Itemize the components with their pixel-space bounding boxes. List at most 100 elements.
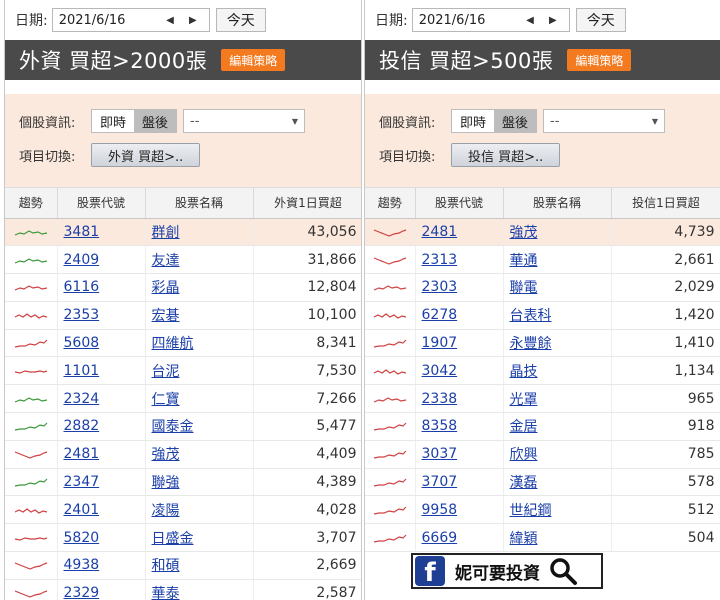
stock-code-link[interactable]: 9958 xyxy=(422,502,458,518)
table-row[interactable]: 3481 群創 43,056 xyxy=(5,218,361,247)
table-row[interactable]: 6116 彩晶 12,804 xyxy=(5,273,361,302)
table-row[interactable]: 2409 友達 31,866 xyxy=(5,245,361,275)
stock-code-link[interactable]: 2347 xyxy=(64,474,100,490)
stock-code-link[interactable]: 6116 xyxy=(64,279,100,295)
stock-name-link[interactable]: 緯穎 xyxy=(510,531,538,547)
stock-name-link[interactable]: 彩晶 xyxy=(152,280,180,296)
stock-name-link[interactable]: 群創 xyxy=(152,225,180,241)
stock-code-link[interactable]: 2324 xyxy=(64,391,100,407)
stock-name-link[interactable]: 凌陽 xyxy=(152,503,180,519)
stock-name-link[interactable]: 強茂 xyxy=(152,447,180,463)
stock-code-link[interactable]: 3037 xyxy=(422,446,458,462)
stock-code-link[interactable]: 6669 xyxy=(422,530,458,546)
col-trend[interactable]: 趨勢 xyxy=(365,188,416,219)
stock-name-link[interactable]: 聯強 xyxy=(152,475,180,491)
realtime-after-toggle[interactable]: 即時 盤後 xyxy=(91,109,178,133)
stock-name-link[interactable]: 強茂 xyxy=(510,225,538,241)
stock-name-link[interactable]: 世紀鋼 xyxy=(510,503,552,519)
stock-code-link[interactable]: 1907 xyxy=(422,335,458,351)
stock-name-link[interactable]: 四維航 xyxy=(152,336,194,352)
stock-code-link[interactable]: 3481 xyxy=(64,224,100,240)
stock-code-link[interactable]: 5820 xyxy=(64,530,100,546)
table-row[interactable]: 2481 強茂 4,739 xyxy=(365,218,720,247)
stock-name-link[interactable]: 聯電 xyxy=(510,280,538,296)
stock-name-link[interactable]: 仁寶 xyxy=(152,392,180,408)
edit-strategy-button[interactable]: 編輯策略 xyxy=(567,49,632,71)
table-row[interactable]: 6669 緯穎 504 xyxy=(365,523,720,553)
stock-name-link[interactable]: 光罩 xyxy=(510,392,538,408)
stock-code-link[interactable]: 2409 xyxy=(64,252,100,268)
realtime-after-toggle[interactable]: 即時 盤後 xyxy=(451,109,538,133)
stock-code-link[interactable]: 2313 xyxy=(422,252,458,268)
col-name[interactable]: 股票名稱 xyxy=(145,188,254,219)
stock-code-link[interactable]: 2481 xyxy=(64,446,100,462)
stock-name-link[interactable]: 台表科 xyxy=(510,308,552,324)
stock-name-link[interactable]: 和碩 xyxy=(152,558,180,574)
table-row[interactable]: 1907 永豐餘 1,410 xyxy=(365,329,720,358)
stock-name-link[interactable]: 日盛金 xyxy=(152,531,194,547)
date-picker[interactable]: 2021/6/16 ◀ ▶ xyxy=(51,8,210,32)
stock-info-select[interactable]: -- ▼ xyxy=(543,109,666,133)
stock-code-link[interactable]: 6278 xyxy=(422,307,458,323)
date-step-arrows-icon[interactable]: ◀ ▶ xyxy=(166,15,203,26)
table-row[interactable]: 2324 仁寶 7,266 xyxy=(5,384,361,414)
col-value[interactable]: 投信1日買超 xyxy=(611,188,720,219)
table-row[interactable]: 2882 國泰金 5,477 xyxy=(5,412,361,441)
stock-name-link[interactable]: 金居 xyxy=(510,419,538,435)
table-row[interactable]: 2313 華通 2,661 xyxy=(365,245,720,275)
stock-name-link[interactable]: 晶技 xyxy=(510,364,538,380)
col-name[interactable]: 股票名稱 xyxy=(503,188,612,219)
stock-name-link[interactable]: 友達 xyxy=(152,253,180,269)
stock-code-link[interactable]: 2481 xyxy=(422,224,458,240)
table-row[interactable]: 8358 金居 918 xyxy=(365,412,720,441)
stock-code-link[interactable]: 2338 xyxy=(422,391,458,407)
stock-name-link[interactable]: 台泥 xyxy=(152,364,180,380)
stock-name-link[interactable]: 華通 xyxy=(510,253,538,269)
stock-name-link[interactable]: 華泰 xyxy=(152,586,180,600)
table-row[interactable]: 2347 聯強 4,389 xyxy=(5,468,361,497)
stock-code-link[interactable]: 8358 xyxy=(422,418,458,434)
stock-info-select[interactable]: -- ▼ xyxy=(183,109,306,133)
stock-code-link[interactable]: 3707 xyxy=(422,474,458,490)
table-row[interactable]: 5608 四維航 8,341 xyxy=(5,329,361,358)
date-picker[interactable]: 2021/6/16 ◀ ▶ xyxy=(411,8,570,32)
stock-code-link[interactable]: 2329 xyxy=(64,585,100,600)
table-row[interactable]: 5820 日盛金 3,707 xyxy=(5,523,361,553)
today-button[interactable]: 今天 xyxy=(575,8,626,32)
table-row[interactable]: 2401 凌陽 4,028 xyxy=(5,495,361,525)
table-row[interactable]: 2338 光罩 965 xyxy=(365,384,720,414)
switch-item-button[interactable]: 外資 買超>.. xyxy=(91,143,201,167)
stock-code-link[interactable]: 4938 xyxy=(64,557,100,573)
table-row[interactable]: 4938 和碩 2,669 xyxy=(5,551,361,580)
after-hours-option[interactable]: 盤後 xyxy=(134,110,177,132)
stock-code-link[interactable]: 3042 xyxy=(422,363,458,379)
stock-name-link[interactable]: 國泰金 xyxy=(152,419,194,435)
realtime-option[interactable]: 即時 xyxy=(452,110,494,132)
stock-code-link[interactable]: 2303 xyxy=(422,279,458,295)
date-step-arrows-icon[interactable]: ◀ ▶ xyxy=(526,15,563,26)
table-row[interactable]: 2329 華泰 2,587 xyxy=(5,579,361,600)
stock-code-link[interactable]: 5608 xyxy=(64,335,100,351)
col-code[interactable]: 股票代號 xyxy=(57,188,146,219)
stock-code-link[interactable]: 2353 xyxy=(64,307,100,323)
stock-name-link[interactable]: 欣興 xyxy=(510,447,538,463)
stock-name-link[interactable]: 永豐餘 xyxy=(510,336,552,352)
table-row[interactable]: 3042 晶技 1,134 xyxy=(365,356,720,386)
table-row[interactable]: 2481 強茂 4,409 xyxy=(5,440,361,469)
col-trend[interactable]: 趨勢 xyxy=(5,188,58,219)
facebook-banner[interactable]: f 妮可要投資 xyxy=(411,553,603,589)
after-hours-option[interactable]: 盤後 xyxy=(494,110,537,132)
realtime-option[interactable]: 即時 xyxy=(92,110,134,132)
stock-name-link[interactable]: 宏碁 xyxy=(152,308,180,324)
table-row[interactable]: 3707 漢磊 578 xyxy=(365,468,720,497)
switch-item-button[interactable]: 投信 買超>.. xyxy=(451,143,561,167)
table-row[interactable]: 1101 台泥 7,530 xyxy=(5,356,361,386)
table-row[interactable]: 2353 宏碁 10,100 xyxy=(5,301,361,330)
table-row[interactable]: 2303 聯電 2,029 xyxy=(365,273,720,302)
table-row[interactable]: 6278 台表科 1,420 xyxy=(365,301,720,330)
stock-code-link[interactable]: 2401 xyxy=(64,502,100,518)
stock-name-link[interactable]: 漢磊 xyxy=(510,475,538,491)
col-value[interactable]: 外資1日買超 xyxy=(253,188,361,219)
stock-code-link[interactable]: 2882 xyxy=(64,418,100,434)
edit-strategy-button[interactable]: 編輯策略 xyxy=(221,49,286,71)
